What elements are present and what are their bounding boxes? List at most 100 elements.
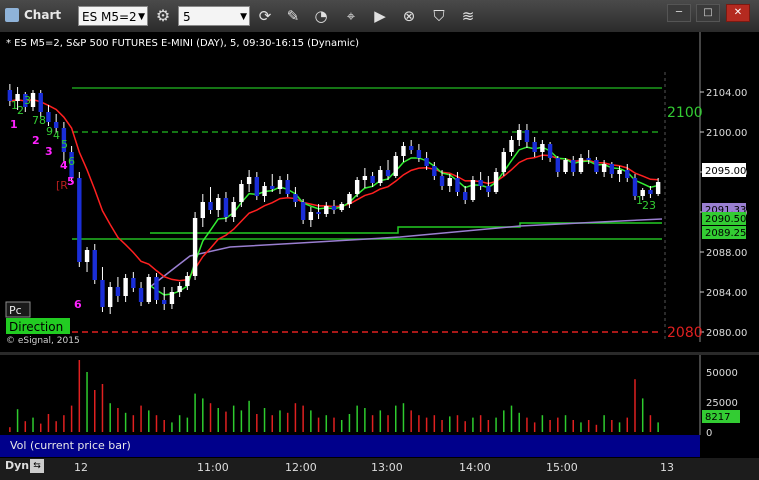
- count-label: 4: [60, 159, 68, 172]
- candle: [331, 206, 337, 210]
- candle: [486, 186, 491, 192]
- chevron-down-icon[interactable]: ▼: [138, 7, 145, 27]
- count-label: 8: [39, 114, 46, 127]
- candle: [200, 202, 205, 218]
- candle: [46, 112, 51, 122]
- maximize-button[interactable]: □: [696, 4, 720, 22]
- candle: [324, 206, 329, 214]
- candle: [401, 146, 406, 156]
- candle: [123, 278, 128, 296]
- play-icon[interactable]: ▶: [369, 6, 391, 26]
- candle: [169, 292, 175, 304]
- count-label: 4: [53, 129, 60, 142]
- close-button[interactable]: ✕: [726, 4, 750, 22]
- candle: [77, 178, 82, 262]
- candle: [385, 170, 391, 176]
- candle: [439, 176, 445, 186]
- count-label: 2: [32, 134, 40, 147]
- settings-gear-icon[interactable]: ⚙: [152, 6, 174, 26]
- candle: [254, 177, 260, 196]
- candle: [493, 172, 499, 192]
- count-label: 5: [61, 138, 68, 151]
- remove-icon[interactable]: ⊗: [398, 6, 420, 26]
- candle: [246, 177, 252, 184]
- ruler-icon[interactable]: ◔: [310, 6, 332, 26]
- level-label-2080: 2080: [667, 325, 703, 341]
- time-axis-bar: Dyn ⇆ 12 11:00 12:00 13:00 14:00 15:00 1…: [0, 458, 759, 480]
- candle: [362, 176, 368, 180]
- candle: [432, 166, 437, 176]
- candle: [208, 202, 213, 210]
- volume-legend: Vol (current price bar): [10, 439, 131, 452]
- candle: [532, 142, 537, 152]
- refresh-icon[interactable]: ⟳: [254, 6, 276, 26]
- time-label: 14:00: [459, 461, 491, 474]
- count-label: 23: [642, 199, 656, 212]
- candle: [617, 170, 622, 174]
- candle: [154, 277, 159, 300]
- candle: [609, 164, 615, 174]
- candle: [655, 182, 661, 194]
- count-label: 7: [32, 114, 39, 127]
- candle: [308, 212, 314, 220]
- candle: [231, 202, 236, 217]
- candle: [586, 158, 591, 160]
- candle: [648, 190, 653, 194]
- volume-tick-label: 50000: [706, 368, 738, 379]
- candle: [53, 122, 59, 128]
- chart-area[interactable]: * ES M5=2, S&P 500 FUTURES E-MINI (DAY),…: [0, 32, 759, 460]
- candle: [424, 158, 429, 166]
- last-price-label: 2095.00: [705, 166, 746, 177]
- candle: [347, 194, 352, 204]
- dynamic-mode-icon[interactable]: ⇆: [30, 459, 44, 473]
- minimize-button[interactable]: ─: [667, 4, 691, 22]
- volume-tick-label: 0: [706, 428, 712, 439]
- count-label: 1: [10, 118, 18, 131]
- candle: [262, 186, 267, 196]
- level-label-2100: 2100: [667, 105, 703, 121]
- dynamic-label[interactable]: Dyn: [5, 459, 29, 472]
- candle: [84, 250, 90, 262]
- copyright: © eSignal, 2015: [6, 336, 80, 346]
- symbol-value: ES M5=2: [82, 10, 137, 24]
- price-chart[interactable]: * ES M5=2, S&P 500 FUTURES E-MINI (DAY),…: [0, 32, 759, 460]
- price-tick-label: 2088.00: [706, 248, 747, 259]
- candle: [470, 180, 476, 200]
- candle: [370, 176, 375, 183]
- candle: [216, 198, 221, 210]
- candle: [378, 170, 383, 183]
- candle: [131, 278, 136, 288]
- cursor-icon[interactable]: ⌖: [340, 6, 362, 26]
- candle: [578, 158, 584, 172]
- draw-pencil-icon[interactable]: ✎: [282, 6, 304, 26]
- value-area-line: [150, 222, 662, 234]
- candle: [393, 156, 398, 176]
- candle: [463, 192, 468, 200]
- direction-label: Direction: [9, 320, 63, 334]
- symbol-input[interactable]: ES M5=2 ▼: [78, 6, 148, 26]
- count-label: 9: [46, 125, 53, 138]
- count-label: 3: [45, 145, 53, 158]
- candle: [594, 160, 599, 172]
- chevron-down-icon[interactable]: ▼: [240, 7, 247, 27]
- title-bar: Chart ES M5=2 ▼ ⚙ 5 ▼ ⟳ ✎ ◔ ⌖ ▶ ⊗ ⛉ ≋ ─ …: [0, 0, 759, 33]
- tag-icon[interactable]: ⛉: [428, 6, 450, 26]
- candle: [38, 93, 43, 112]
- candle: [601, 164, 607, 172]
- pane-divider[interactable]: [0, 352, 759, 355]
- count-label: 3: [24, 94, 31, 107]
- chart-header: * ES M5=2, S&P 500 FUTURES E-MINI (DAY),…: [6, 38, 359, 49]
- candle: [277, 180, 283, 189]
- value-badge-green-2-label: 2089.25: [705, 228, 746, 239]
- candle: [316, 212, 321, 214]
- candle: [285, 180, 290, 194]
- time-label: 12:00: [285, 461, 317, 474]
- lines-icon[interactable]: ≋: [457, 6, 479, 26]
- candle: [100, 280, 105, 307]
- candle: [509, 140, 514, 152]
- moving-average-red: [9, 98, 659, 282]
- candle: [177, 286, 182, 292]
- interval-input[interactable]: 5 ▼: [178, 6, 250, 26]
- candle: [555, 158, 561, 172]
- candle: [162, 300, 167, 304]
